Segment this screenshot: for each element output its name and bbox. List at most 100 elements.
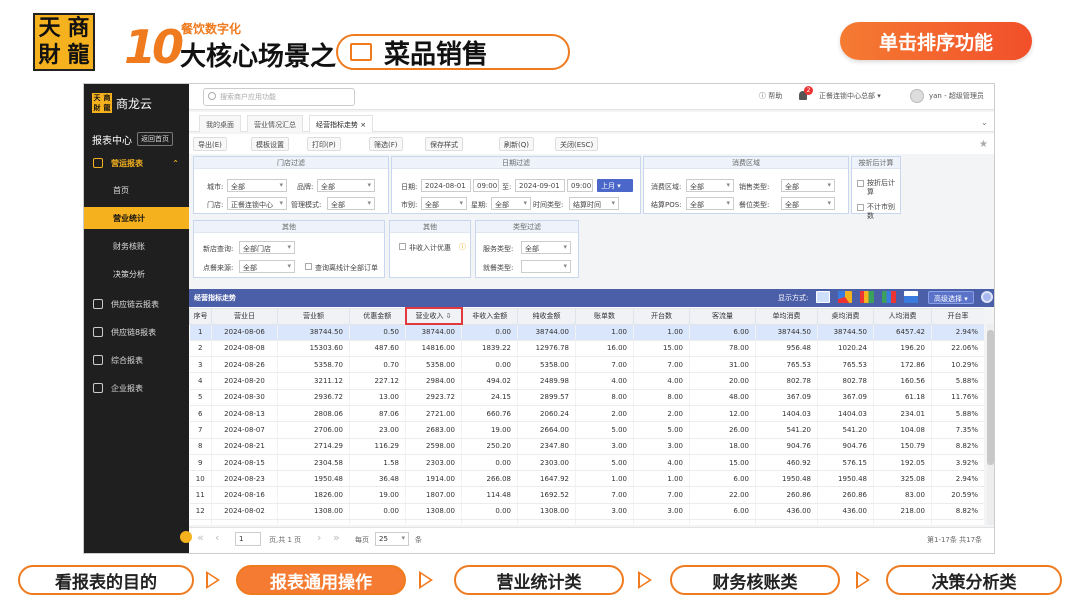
table-row[interactable]: 11 2024-08-16 1826.00 19.00 1807.00 114.48 169… bbox=[189, 486, 984, 504]
table-row[interactable]: 10 2024-08-23 1950.48 36.48 1914.00 266.08 164… bbox=[189, 470, 984, 488]
table-row[interactable]: 4 2024-08-20 3211.12 227.12 2984.00 494.02 248… bbox=[189, 372, 984, 390]
column-header[interactable]: 开台数 bbox=[633, 307, 690, 325]
column-header[interactable]: 客流量 bbox=[689, 307, 756, 325]
time-type-select[interactable]: 结算时间 bbox=[569, 197, 619, 210]
advanced-select-button[interactable]: 高级选择 ▾ bbox=[928, 291, 974, 304]
table-row[interactable]: 5 2024-08-30 2936.72 13.00 2923.72 24.15 2899.… bbox=[189, 389, 984, 406]
refresh-button[interactable]: 刷新(Q) bbox=[499, 137, 534, 151]
chevron-down-icon[interactable]: ⌄ bbox=[981, 118, 988, 127]
column-header[interactable]: 账单数 bbox=[575, 307, 634, 325]
scrollbar-thumb[interactable] bbox=[987, 330, 994, 465]
nav-report-common-ops[interactable]: 报表通用操作 bbox=[236, 565, 406, 595]
table-row[interactable]: 3 2024-08-26 5358.70 0.70 5358.00 0.00 5358.00… bbox=[189, 356, 984, 374]
column-header[interactable]: 纯收金额 bbox=[517, 307, 576, 325]
export-button[interactable]: 导出(E) bbox=[193, 137, 227, 151]
info-icon[interactable]: ⓘ bbox=[459, 242, 466, 252]
avatar[interactable] bbox=[910, 89, 924, 103]
column-chart-icon[interactable] bbox=[882, 291, 896, 303]
user-name[interactable]: yan - 超级管理员 bbox=[929, 91, 984, 101]
source-select[interactable]: 全部 bbox=[239, 260, 295, 273]
column-header[interactable]: 序号 bbox=[189, 307, 212, 325]
nav-report-purpose[interactable]: 看报表的目的 bbox=[18, 565, 194, 595]
grid-settings-icon[interactable] bbox=[981, 291, 993, 303]
column-header[interactable]: 单均消费 bbox=[755, 307, 818, 325]
table-row[interactable]: 8 2024-08-21 2714.29 116.29 2598.00 250.20 234… bbox=[189, 438, 984, 455]
table-row[interactable]: 12 2024-08-02 1308.00 0.00 1308.00 0.00 1308.0… bbox=[189, 503, 984, 521]
sidebar-item-general[interactable]: 综合报表 bbox=[84, 349, 189, 371]
line-chart-icon[interactable] bbox=[904, 291, 918, 303]
prev-page-icon[interactable]: ‹ bbox=[215, 531, 219, 544]
close-button[interactable]: 关闭(ESC) bbox=[555, 137, 599, 151]
pie-chart-icon[interactable] bbox=[838, 291, 852, 303]
column-header[interactable]: 人均消费 bbox=[873, 307, 932, 325]
home-button[interactable]: 返回首页 bbox=[137, 132, 173, 146]
column-header[interactable]: 桌均消费 bbox=[817, 307, 874, 325]
tab-kpi-trend[interactable]: 经营指标走势 × bbox=[309, 115, 374, 132]
table-row[interactable]: 2 2024-08-08 15303.60 487.60 14816.00 1839.22… bbox=[189, 340, 984, 358]
table-row[interactable]: 9 2024-08-15 2304.58 1.58 2303.00 0.00 2303.00… bbox=[189, 454, 984, 472]
table-view-icon[interactable] bbox=[816, 291, 830, 303]
time-from-input[interactable]: 09:00 bbox=[473, 179, 499, 192]
column-header[interactable]: 优惠金额 bbox=[349, 307, 406, 325]
offline-orders-checkbox[interactable] bbox=[305, 263, 312, 270]
week-select[interactable]: 全部 bbox=[491, 197, 531, 210]
last-page-icon[interactable]: » bbox=[333, 531, 340, 544]
sidebar-item-home[interactable]: 首页 bbox=[84, 179, 189, 201]
column-header[interactable]: 营业日 bbox=[211, 307, 278, 325]
nav-decision[interactable]: 决策分析类 bbox=[886, 565, 1062, 595]
search-input[interactable]: 搜索商户应用功能 bbox=[203, 88, 355, 106]
sidebar-group-ops[interactable]: 营运报表 ⌃ bbox=[84, 152, 189, 174]
last-month-button[interactable]: 上月 ▾ bbox=[597, 179, 633, 192]
template-settings-button[interactable]: 模板设置 bbox=[251, 137, 289, 151]
org-selector[interactable]: 正餐连锁中心总部 ▾ bbox=[819, 91, 881, 101]
help-link[interactable]: ⓘ 帮助 bbox=[759, 91, 782, 101]
page-number-input[interactable]: 1 bbox=[235, 532, 261, 546]
star-icon[interactable]: ★ bbox=[979, 139, 988, 150]
column-header-sorted[interactable]: 营业收入 ⇩ bbox=[404, 307, 463, 325]
sidebar-item-sales-stats[interactable]: 营业统计 bbox=[84, 207, 189, 229]
tab-desktop[interactable]: 我的桌面 bbox=[199, 115, 241, 132]
time-to-input[interactable]: 09:00 bbox=[567, 179, 593, 192]
sidebar-item-finance[interactable]: 财务核账 bbox=[84, 235, 189, 257]
after-discount-checkbox[interactable] bbox=[857, 180, 864, 187]
meal-select[interactable]: 全部 bbox=[421, 197, 467, 210]
table-row[interactable]: 1 2024-08-06 38744.50 0.50 38744.00 0.00 38744… bbox=[189, 324, 984, 341]
nav-finance[interactable]: 财务核账类 bbox=[670, 565, 840, 595]
mgmt-select[interactable]: 全部 bbox=[327, 197, 375, 210]
table-row[interactable]: 7 2024-08-07 2706.00 23.00 2683.00 19.00 2664.… bbox=[189, 421, 984, 439]
page-size-select[interactable]: 25 bbox=[375, 532, 409, 546]
sale-type-select[interactable]: 全部 bbox=[781, 179, 835, 192]
bar-chart-icon[interactable] bbox=[860, 291, 874, 303]
first-page-icon[interactable]: « bbox=[197, 531, 204, 544]
next-page-icon[interactable]: › bbox=[317, 531, 321, 544]
table-row[interactable]: 6 2024-08-13 2808.06 87.06 2721.00 660.76 2060… bbox=[189, 405, 984, 423]
sidebar-item-decision[interactable]: 决策分析 bbox=[84, 263, 189, 285]
new-store-select[interactable]: 全部门店 bbox=[239, 241, 295, 254]
no-meal-count-checkbox[interactable] bbox=[857, 204, 864, 211]
seat-select[interactable]: 全部 bbox=[781, 197, 835, 210]
sidebar-item-enterprise[interactable]: 企业报表 bbox=[84, 377, 189, 399]
area-select[interactable]: 全部 bbox=[686, 179, 734, 192]
city-select[interactable]: 全部 bbox=[227, 179, 287, 192]
brand-select[interactable]: 全部 bbox=[317, 179, 375, 192]
table-row[interactable]: 132024-08-28742.000.00742.000.00742.001.… bbox=[189, 519, 984, 525]
date-to-input[interactable]: 2024-09-01 bbox=[515, 179, 565, 192]
store-select[interactable]: 正餐连锁中心 bbox=[227, 197, 287, 210]
group-select[interactable] bbox=[521, 260, 571, 273]
print-button[interactable]: 打印(P) bbox=[307, 137, 341, 151]
filter-button[interactable]: 筛选(F) bbox=[369, 137, 403, 151]
close-icon[interactable]: × bbox=[360, 121, 366, 129]
tab-sales-summary[interactable]: 营业情况汇总 bbox=[247, 115, 303, 132]
sidebar-item-supply8[interactable]: 供应链8报表 bbox=[84, 321, 189, 343]
save-style-button[interactable]: 保存样式 bbox=[425, 137, 463, 151]
column-header[interactable]: 开台率 bbox=[931, 307, 984, 325]
service-select[interactable]: 全部 bbox=[521, 241, 571, 254]
sidebar-brand[interactable]: 天 商 財 龍 商龙云 bbox=[92, 92, 182, 114]
nav-sales-stats[interactable]: 营业统计类 bbox=[454, 565, 624, 595]
column-header[interactable]: 营业额 bbox=[277, 307, 350, 325]
non-income-discount-checkbox[interactable] bbox=[399, 243, 406, 250]
sidebar-item-supply-cloud[interactable]: 供应链云报表 bbox=[84, 293, 189, 315]
collapse-sidebar-icon[interactable] bbox=[180, 531, 192, 543]
date-from-input[interactable]: 2024-08-01 bbox=[421, 179, 471, 192]
column-header[interactable]: 非收入金额 bbox=[461, 307, 518, 325]
